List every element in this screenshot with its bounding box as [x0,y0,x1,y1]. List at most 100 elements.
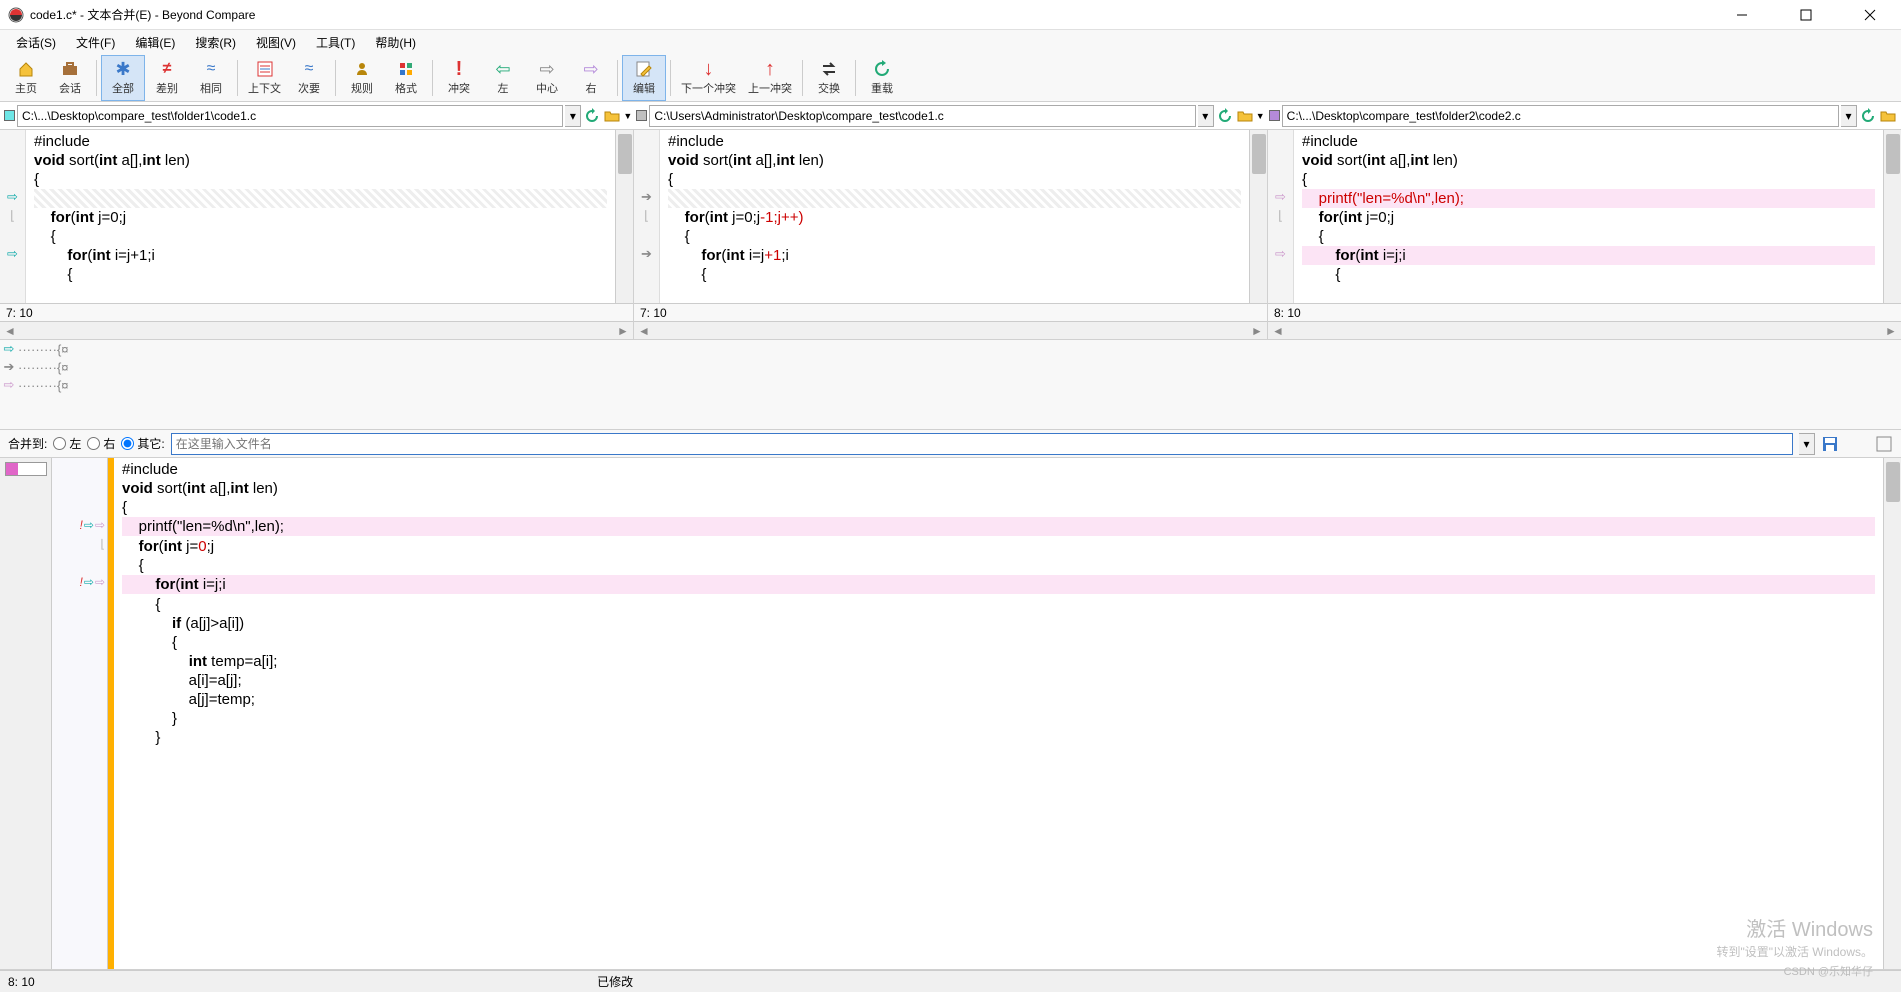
toolbar-down-red[interactable]: ↓下一个冲突 [675,55,742,101]
conflict-icon: ! [456,59,463,79]
path-input-left[interactable] [17,105,563,127]
merge-target-input[interactable] [171,433,1793,455]
compare-panels: ⇨⌊⇨ #include void sort(int a[],int len){… [0,130,1901,340]
menu-item[interactable]: 搜索(R) [187,32,244,53]
folder-dropdown-left[interactable]: ▼ [623,111,632,121]
path-dropdown-right[interactable]: ▾ [1841,105,1857,127]
toolbar-divider [432,60,433,96]
close-button[interactable] [1847,0,1893,30]
menu-item[interactable]: 文件(F) [68,32,123,53]
path-left: ▾ ▼ [4,105,632,127]
home-icon [17,59,35,79]
merge-radio-left[interactable]: 左 [53,435,81,452]
toolbar-neq[interactable]: ≠差别 [145,55,189,101]
thumbnail-column[interactable] [0,458,52,969]
refresh-left-icon[interactable] [583,107,601,125]
folder-left-icon[interactable] [603,107,621,125]
path-dropdown-left[interactable]: ▾ [565,105,581,127]
gutter-left: ⇨⌊⇨ [0,130,26,303]
path-input-right[interactable] [1282,105,1839,127]
code-left[interactable]: #include void sort(int a[],int len){ for… [26,130,615,303]
hscrollbar-left[interactable]: ◄► [0,321,633,339]
right-indicator-icon [1269,110,1280,121]
code-right[interactable]: #include void sort(int a[],int len){ pri… [1294,130,1883,303]
toolbar-briefcase[interactable]: 会话 [48,55,92,101]
window-title: code1.c* - 文本合并(E) - Beyond Compare [30,6,1719,23]
titlebar: code1.c* - 文本合并(E) - Beyond Compare [0,0,1901,30]
menu-item[interactable]: 会话(S) [8,32,64,53]
toolbar-approx[interactable]: ≈相同 [189,55,233,101]
refresh-center-icon[interactable] [1216,107,1234,125]
merge-pane: ! ⇨⇨⌊! ⇨⇨ #include void sort(int a[],int… [0,458,1901,970]
merge-radio-other[interactable]: 其它: [121,435,164,452]
toolbar-up-red[interactable]: ↑上一冲突 [742,55,798,101]
pane-info-left: 7: 10 [0,303,633,321]
toolbar-arrow-right[interactable]: ⇨右 [569,55,613,101]
minimize-button[interactable] [1719,0,1765,30]
maximize-button[interactable] [1783,0,1829,30]
toolbar-divider [96,60,97,96]
path-bar: ▾ ▼ ▾ ▼ ▾ [0,102,1901,130]
refresh-right-icon[interactable] [1859,107,1877,125]
arrow-center-icon: ⇨ [539,59,554,79]
vscrollbar-merge[interactable] [1883,458,1901,969]
merge-radio-right[interactable]: 右 [87,435,115,452]
toolbar-arrow-left[interactable]: ⇦左 [481,55,525,101]
save-icon[interactable] [1821,435,1839,453]
menu-item[interactable]: 视图(V) [248,32,304,53]
app-icon [8,7,24,23]
path-right: ▾ [1269,105,1897,127]
vscrollbar-center[interactable] [1249,130,1267,303]
down-red-icon: ↓ [704,59,714,79]
toolbar-star[interactable]: ✱全部 [101,55,145,101]
gutter-center: ➔⌊➔ [634,130,660,303]
merge-to-label: 合并到: [8,435,47,452]
panel-left: ⇨⌊⇨ #include void sort(int a[],int len){… [0,130,634,339]
path-dropdown-center[interactable]: ▾ [1198,105,1214,127]
toolbar-format[interactable]: 格式 [384,55,428,101]
vscrollbar-right[interactable] [1883,130,1901,303]
toolbar-approx2[interactable]: ≈次要 [287,55,331,101]
approx-icon: ≈ [207,59,216,79]
merge-bar: 合并到: 左 右 其它: ▾ [0,430,1901,458]
vscrollbar-left[interactable] [615,130,633,303]
status-pos: 8: 10 [8,975,597,989]
toolbar-edit[interactable]: 编辑 [622,55,666,101]
menu-item[interactable]: 编辑(E) [127,32,183,53]
toolbar-divider [670,60,671,96]
rules-icon [353,59,371,79]
toolbar-arrow-center[interactable]: ⇨中心 [525,55,569,101]
toolbar-divider [237,60,238,96]
context-icon [256,59,274,79]
merge-gutter: ! ⇨⇨⌊! ⇨⇨ [52,458,108,969]
toolbar-context[interactable]: 上下文 [242,55,287,101]
merge-target-dropdown[interactable]: ▾ [1799,433,1815,455]
toolbar-divider [335,60,336,96]
toolbar-rules[interactable]: 规则 [340,55,384,101]
menu-item[interactable]: 帮助(H) [367,32,424,53]
folder-dropdown-center[interactable]: ▼ [1256,111,1265,121]
menu-item[interactable]: 工具(T) [308,32,363,53]
toolbar-swap[interactable]: 交换 [807,55,851,101]
toolbar-divider [802,60,803,96]
briefcase-icon [61,59,79,79]
star-icon: ✱ [115,59,130,79]
swap-icon [820,59,838,79]
panel-right: ⇨⌊⇨ #include void sort(int a[],int len){… [1268,130,1901,339]
merge-expand-icon[interactable] [1875,435,1893,453]
status-modified: 已修改 [597,973,1186,990]
path-input-center[interactable] [649,105,1195,127]
folder-center-icon[interactable] [1236,107,1254,125]
gutter-right: ⇨⌊⇨ [1268,130,1294,303]
merge-code[interactable]: #include void sort(int a[],int len){ pri… [114,458,1883,969]
toolbar: 主页会话✱全部≠差别≈相同上下文≈次要规则格式!冲突⇦左⇨中心⇨右编辑↓下一个冲… [0,54,1901,102]
folder-right-icon[interactable] [1879,107,1897,125]
toolbar-conflict[interactable]: !冲突 [437,55,481,101]
toolbar-home[interactable]: 主页 [4,55,48,101]
toolbar-reload[interactable]: 重载 [860,55,904,101]
hscrollbar-center[interactable]: ◄► [634,321,1267,339]
code-center[interactable]: #include void sort(int a[],int len){ for… [660,130,1249,303]
hscrollbar-right[interactable]: ◄► [1268,321,1901,339]
thumbnail-icon [5,462,47,476]
status-bar: 8: 10 已修改 [0,970,1901,992]
